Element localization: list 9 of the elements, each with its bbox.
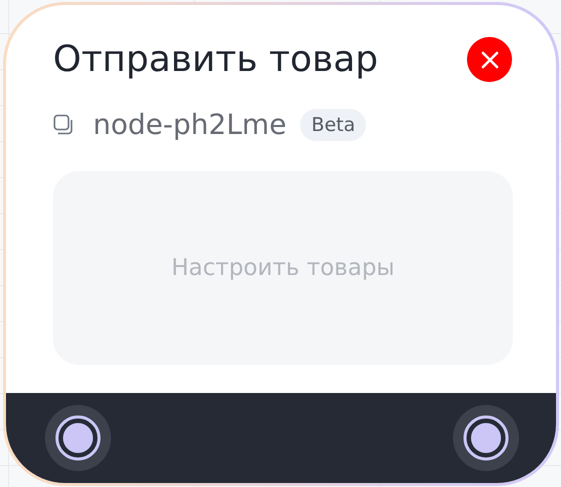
node-title: Отправить товар	[53, 39, 378, 80]
connection-handle[interactable]	[45, 405, 111, 471]
configure-products-button[interactable]: Настроить товары	[53, 171, 513, 365]
node-id: node-ph2Lme	[93, 108, 286, 141]
close-icon	[480, 50, 500, 70]
close-button[interactable]	[467, 37, 512, 82]
beta-badge: Beta	[300, 108, 366, 140]
connection-handle[interactable]	[453, 405, 519, 471]
copy-icon[interactable]	[53, 114, 75, 136]
